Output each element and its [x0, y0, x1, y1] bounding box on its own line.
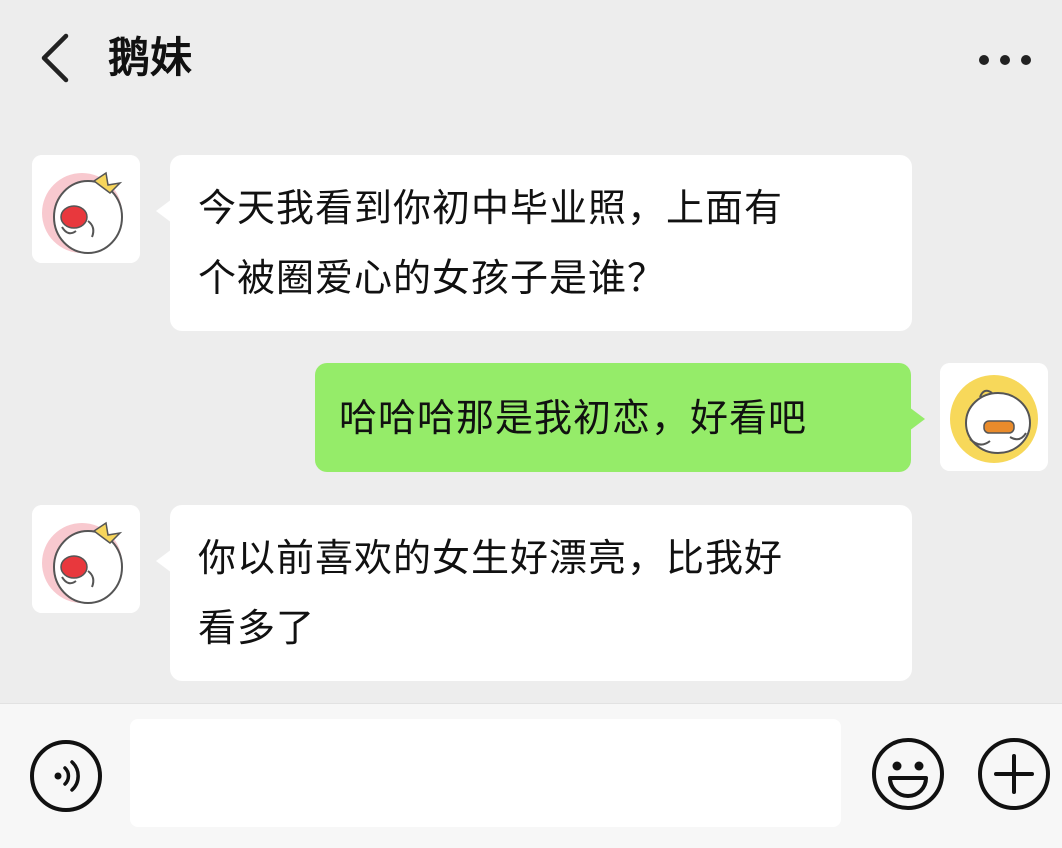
chat-screen: 鹅妹 今天我看到你初中毕业照，上面有 个被圈爱心的女孩子是谁？ 哈哈哈那是我初恋… — [0, 0, 1062, 848]
message-line: 看多了 — [198, 606, 316, 650]
message-bubble-incoming[interactable]: 今天我看到你初中毕业照，上面有 个被圈爱心的女孩子是谁？ — [156, 155, 912, 331]
message-bubble-outgoing[interactable]: 哈哈哈那是我初恋，好看吧 — [315, 363, 925, 472]
bubble-tail — [156, 199, 172, 223]
duck-avatar-pink-icon — [32, 505, 140, 613]
chat-header: 鹅妹 — [0, 0, 1062, 120]
more-dots-icon — [979, 55, 1031, 65]
voice-button[interactable] — [28, 738, 104, 814]
plus-icon — [978, 738, 1050, 810]
emoji-button[interactable] — [870, 736, 946, 812]
input-bar — [0, 703, 1062, 848]
voice-icon — [30, 740, 102, 812]
contact-avatar[interactable] — [32, 505, 140, 613]
contact-avatar[interactable] — [32, 155, 140, 263]
message-line: 个被圈爱心的女孩子是谁？ — [198, 256, 667, 300]
duck-avatar-yellow-icon — [940, 363, 1048, 471]
emoji-icon — [872, 738, 944, 810]
message-bubble-incoming[interactable]: 你以前喜欢的女生好漂亮，比我好 看多了 — [156, 505, 912, 681]
bubble-tail — [909, 407, 925, 431]
my-avatar[interactable] — [940, 363, 1048, 471]
chat-title: 鹅妹 — [108, 33, 193, 82]
back-button[interactable] — [28, 28, 88, 88]
bubble-tail — [156, 549, 172, 573]
chevron-left-icon — [41, 33, 69, 83]
duck-avatar-pink-icon — [32, 155, 140, 263]
message-input[interactable] — [130, 719, 841, 827]
message-line: 哈哈哈那是我初恋，好看吧 — [339, 396, 808, 440]
message-line: 今天我看到你初中毕业照，上面有 — [198, 186, 784, 230]
more-options-button[interactable] — [976, 38, 1034, 82]
more-functions-button[interactable] — [976, 736, 1052, 812]
message-line: 你以前喜欢的女生好漂亮，比我好 — [198, 536, 784, 580]
